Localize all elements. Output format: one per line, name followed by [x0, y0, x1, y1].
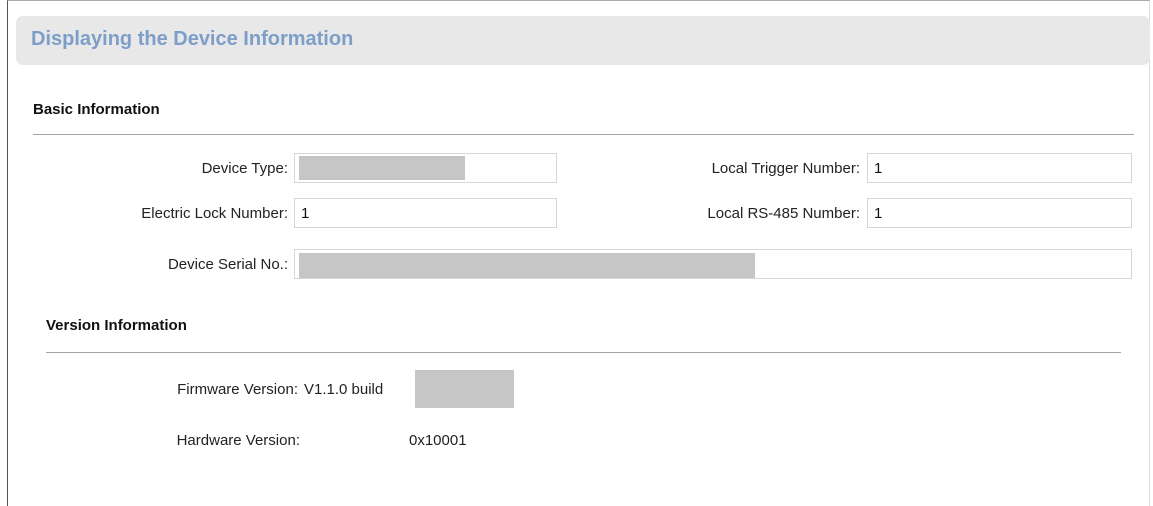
page-header: Displaying the Device Information [16, 16, 1150, 65]
basic-info-divider [33, 134, 1134, 135]
hardware-value: 0x10001 [409, 432, 467, 449]
device-type-redaction [299, 156, 465, 180]
hardware-label: Hardware Version: [176, 432, 300, 449]
electric-lock-label: Electric Lock Number: [141, 205, 288, 222]
electric-lock-field[interactable] [294, 198, 557, 228]
rs485-field[interactable] [867, 198, 1132, 228]
local-trigger-label: Local Trigger Number: [711, 160, 860, 177]
version-info-title: Version Information [46, 317, 187, 334]
rs485-label: Local RS-485 Number: [707, 205, 860, 222]
firmware-redaction [415, 370, 514, 408]
local-trigger-field[interactable] [867, 153, 1132, 183]
firmware-label: Firmware Version: [177, 381, 298, 398]
device-type-label: Device Type: [201, 160, 288, 177]
basic-info-title: Basic Information [33, 101, 160, 118]
serial-label: Device Serial No.: [167, 256, 288, 273]
serial-redaction [299, 253, 755, 278]
firmware-value: V1.1.0 build [304, 381, 384, 398]
page-title: Displaying the Device Information [31, 28, 354, 50]
version-info-divider [46, 352, 1121, 353]
